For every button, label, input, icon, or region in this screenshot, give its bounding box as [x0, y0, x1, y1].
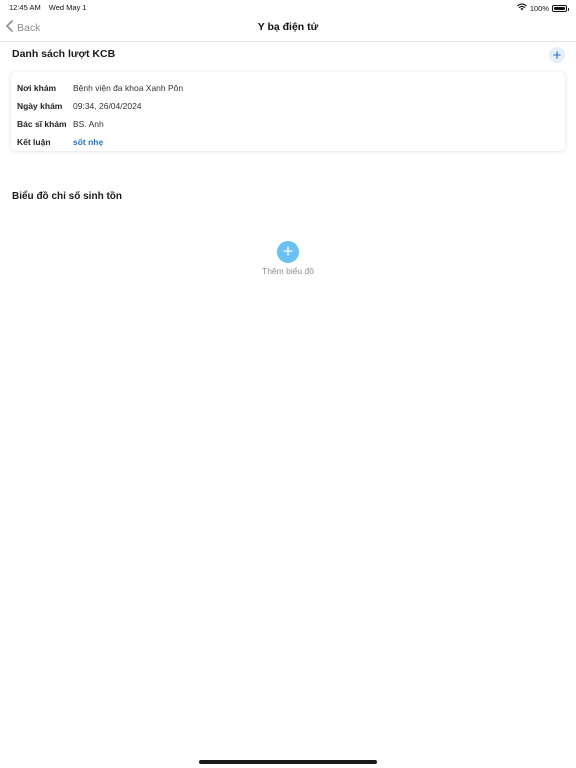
visit-date-label: Ngày khám [17, 101, 63, 111]
status-right: 100% [517, 3, 569, 13]
visit-row-date: Ngày khám 09:34, 26/04/2024 [17, 97, 559, 115]
visits-section-title: Danh sách lượt KCB [12, 48, 116, 60]
vital-signs-section-title: Biểu đồ chỉ số sinh tồn [12, 191, 122, 202]
status-left: 12:45 AM Wed May 1 [9, 3, 87, 12]
page-title: Y bạ điện tử [257, 21, 319, 33]
plus-icon [553, 46, 561, 64]
visit-row-location: Nơi khám Bệnh viện đa khoa Xanh Pôn [17, 79, 559, 97]
visit-row-doctor: Bác sĩ khám BS. Anh [17, 115, 559, 133]
visit-doctor-label: Bác sĩ khám [17, 119, 67, 129]
battery-fill [554, 6, 565, 10]
navigation-bar: Back Y bạ điện tử [0, 14, 576, 42]
status-bar: 12:45 AM Wed May 1 100% [0, 0, 576, 14]
status-date: Wed May 1 [48, 3, 87, 12]
add-visit-button[interactable] [549, 47, 565, 63]
visit-doctor-value: BS. Anh [73, 119, 104, 129]
visit-date-value: 09:34, 26/04/2024 [73, 101, 142, 111]
battery-icon [552, 4, 569, 12]
plus-circle-icon [283, 243, 293, 261]
wifi-icon [517, 3, 527, 13]
visit-location-label: Nơi khám [17, 83, 57, 93]
visit-location-value: Bệnh viện đa khoa Xanh Pôn [73, 83, 184, 93]
home-indicator[interactable] [199, 760, 377, 764]
screen: 12:45 AM Wed May 1 100% Back Y bạ điện t… [0, 0, 576, 768]
visit-conclusion-value: sốt nhẹ [73, 137, 104, 147]
battery-text: 100% [529, 3, 549, 13]
add-chart-label[interactable]: Thêm biểu đồ [0, 266, 576, 276]
visit-card[interactable]: Nơi khám Bệnh viện đa khoa Xanh Pôn Ngày… [11, 72, 565, 151]
status-time: 12:45 AM [9, 3, 41, 12]
add-chart-button[interactable] [277, 241, 299, 263]
visit-conclusion-label: Kết luận [17, 137, 51, 147]
visit-row-conclusion: Kết luận sốt nhẹ [17, 133, 559, 151]
